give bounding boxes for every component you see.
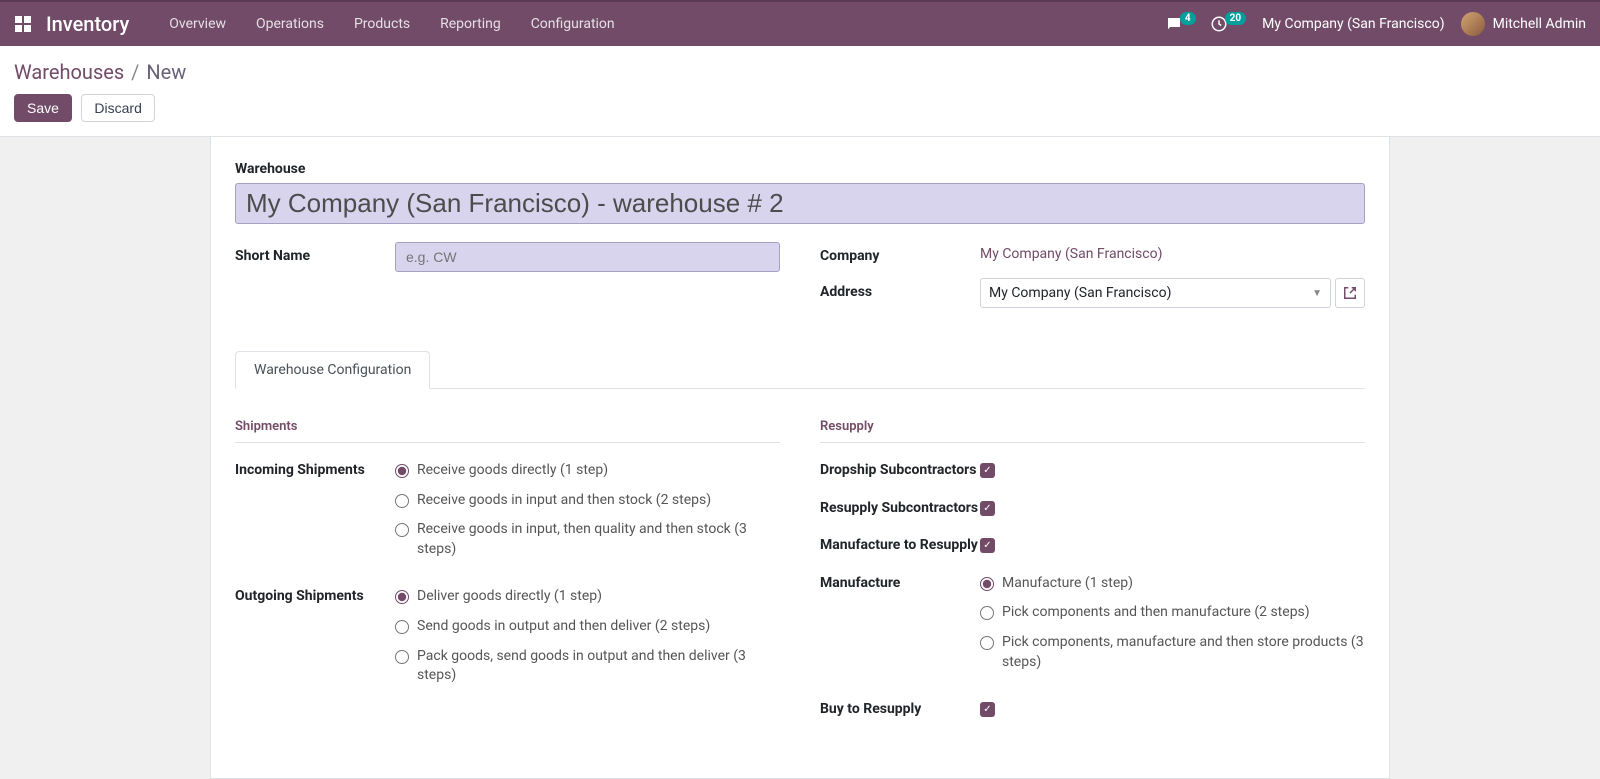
section-shipments: Shipments	[235, 419, 780, 443]
company-link[interactable]: My Company (San Francisco)	[980, 242, 1162, 262]
company-label: Company	[820, 242, 980, 264]
radio-incoming-3[interactable]	[395, 523, 409, 537]
breadcrumb-bar: Warehouses / New	[0, 46, 1600, 84]
outgoing-shipments-label: Outgoing Shipments	[235, 587, 395, 695]
outgoing-opt-3[interactable]: Pack goods, send goods in output and the…	[395, 647, 780, 686]
incoming-opt-3[interactable]: Receive goods in input, then quality and…	[395, 520, 780, 559]
manufacture-opt-2-text: Pick components and then manufacture (2 …	[1002, 603, 1310, 623]
form-sheet: Warehouse Short Name Company My Company …	[210, 137, 1390, 779]
breadcrumb-separator: /	[131, 60, 139, 84]
dropship-subcontractors-label: Dropship Subcontractors	[820, 461, 980, 481]
buy-resupply-checkbox[interactable]: ✓	[980, 702, 995, 717]
incoming-opt-3-text: Receive goods in input, then quality and…	[417, 520, 780, 559]
radio-incoming-2[interactable]	[395, 494, 409, 508]
radio-mfg-1[interactable]	[980, 577, 994, 591]
address-label: Address	[820, 278, 980, 300]
incoming-opt-1[interactable]: Receive goods directly (1 step)	[395, 461, 780, 481]
outgoing-opt-3-text: Pack goods, send goods in output and the…	[417, 647, 780, 686]
manufacture-label: Manufacture	[820, 574, 980, 682]
outgoing-opt-1[interactable]: Deliver goods directly (1 step)	[395, 587, 780, 607]
outgoing-opt-1-text: Deliver goods directly (1 step)	[417, 587, 602, 607]
section-resupply: Resupply	[820, 419, 1365, 443]
radio-outgoing-1[interactable]	[395, 590, 409, 604]
mfg-resupply-checkbox[interactable]: ✓	[980, 538, 995, 553]
main-nav: Overview Operations Products Reporting C…	[155, 10, 628, 38]
company-switcher[interactable]: My Company (San Francisco)	[1262, 16, 1444, 32]
short-name-input[interactable]	[395, 242, 780, 272]
apps-icon[interactable]	[14, 15, 32, 33]
short-name-label: Short Name	[235, 242, 395, 264]
activities-badge: 20	[1225, 12, 1246, 25]
dropship-checkbox[interactable]: ✓	[980, 463, 995, 478]
address-select[interactable]: My Company (San Francisco) ▼	[980, 278, 1331, 308]
buy-to-resupply-label: Buy to Resupply	[820, 700, 980, 720]
radio-outgoing-3[interactable]	[395, 650, 409, 664]
activities-button[interactable]: 20	[1210, 15, 1246, 33]
radio-outgoing-2[interactable]	[395, 620, 409, 634]
resupply-sub-checkbox[interactable]: ✓	[980, 501, 995, 516]
radio-incoming-1[interactable]	[395, 464, 409, 478]
user-menu[interactable]: Mitchell Admin	[1461, 12, 1586, 36]
manufacture-to-resupply-label: Manufacture to Resupply	[820, 536, 980, 556]
resupply-subcontractors-label: Resupply Subcontractors	[820, 499, 980, 519]
chevron-down-icon: ▼	[1312, 288, 1322, 299]
warehouse-name-input[interactable]	[235, 183, 1365, 224]
control-panel: Save Discard	[0, 84, 1600, 137]
nav-reporting[interactable]: Reporting	[426, 10, 515, 38]
radio-mfg-3[interactable]	[980, 636, 994, 650]
incoming-opt-1-text: Receive goods directly (1 step)	[417, 461, 608, 481]
warehouse-name-label: Warehouse	[235, 161, 1365, 177]
user-name: Mitchell Admin	[1493, 16, 1586, 32]
manufacture-opt-3[interactable]: Pick components, manufacture and then st…	[980, 633, 1365, 672]
nav-configuration[interactable]: Configuration	[517, 10, 629, 38]
save-button[interactable]: Save	[14, 94, 72, 122]
manufacture-opt-3-text: Pick components, manufacture and then st…	[1002, 633, 1365, 672]
external-link-button[interactable]	[1335, 278, 1365, 308]
nav-products[interactable]: Products	[340, 10, 424, 38]
radio-mfg-2[interactable]	[980, 606, 994, 620]
messaging-button[interactable]: 4	[1165, 15, 1196, 33]
address-value: My Company (San Francisco)	[989, 285, 1171, 301]
messages-badge: 4	[1180, 12, 1196, 25]
manufacture-opt-2[interactable]: Pick components and then manufacture (2 …	[980, 603, 1365, 623]
incoming-opt-2-text: Receive goods in input and then stock (2…	[417, 491, 711, 511]
notebook-tabs: Warehouse Configuration	[235, 350, 1365, 389]
breadcrumb-current: New	[146, 60, 186, 84]
outgoing-opt-2-text: Send goods in output and then deliver (2…	[417, 617, 710, 637]
tab-warehouse-configuration[interactable]: Warehouse Configuration	[235, 351, 430, 389]
nav-operations[interactable]: Operations	[242, 10, 338, 38]
breadcrumb-parent[interactable]: Warehouses	[14, 60, 124, 84]
incoming-shipments-label: Incoming Shipments	[235, 461, 395, 569]
discard-button[interactable]: Discard	[81, 94, 154, 122]
manufacture-opt-1-text: Manufacture (1 step)	[1002, 574, 1133, 594]
avatar	[1461, 12, 1485, 36]
incoming-opt-2[interactable]: Receive goods in input and then stock (2…	[395, 491, 780, 511]
outgoing-opt-2[interactable]: Send goods in output and then deliver (2…	[395, 617, 780, 637]
app-brand[interactable]: Inventory	[46, 12, 129, 36]
manufacture-opt-1[interactable]: Manufacture (1 step)	[980, 574, 1365, 594]
nav-overview[interactable]: Overview	[155, 10, 240, 38]
topbar: Inventory Overview Operations Products R…	[0, 0, 1600, 46]
